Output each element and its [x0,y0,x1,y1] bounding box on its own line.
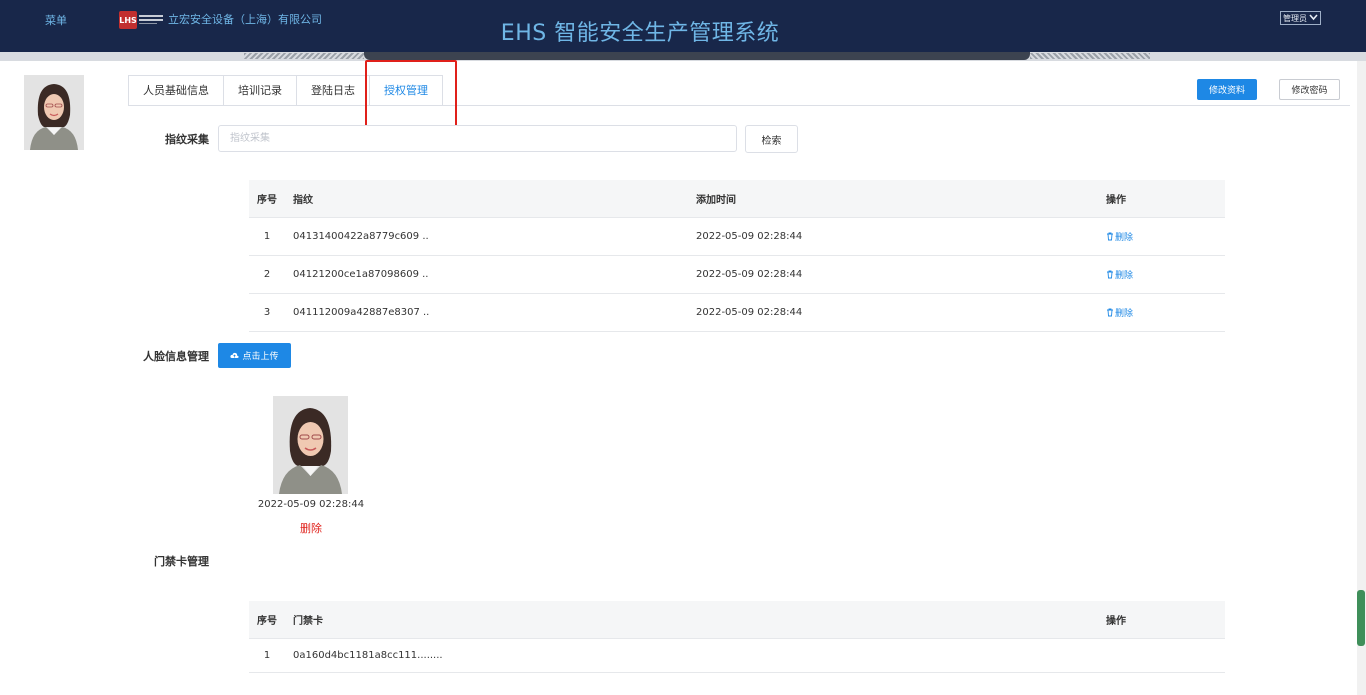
tab-basic-info[interactable]: 人员基础信息 [129,76,224,106]
highlight-box [365,60,457,128]
fingerprint-table: 序号 指纹 添加时间 操作 1 04131400422a8779c609 .. … [249,180,1225,332]
col-header-operation: 操作 [1106,616,1126,627]
cell-no: 3 [263,307,271,318]
scrollbar-thumb[interactable] [1357,590,1365,646]
cell-no: 1 [263,231,271,242]
cell-fingerprint: 041112009a42887e8307 .. [293,307,430,318]
cell-added-time: 2022-05-09 02:28:44 [696,269,803,280]
cell-fingerprint: 04121200ce1a87098609 .. [293,269,429,280]
cell-no: 2 [263,269,271,280]
table-row: 2 04121200ce1a87098609 .. 2022-05-09 02:… [249,256,1225,294]
access-card-table: 序号 门禁卡 操作 1 0a160d4bc1181a8cc111........ [249,601,1225,673]
search-button[interactable]: 检索 [745,125,798,153]
table-row: 3 041112009a42887e8307 .. 2022-05-09 02:… [249,294,1225,332]
edit-profile-button[interactable]: 修改资料 [1197,79,1257,100]
cell-no: 1 [263,650,271,661]
upload-button[interactable]: 点击上传 [218,343,291,368]
user-role-dropdown[interactable]: 管理员 [1280,11,1321,25]
tab-training-records[interactable]: 培训记录 [224,76,297,106]
delete-link[interactable]: 删除 [1106,306,1133,319]
upload-label: 点击上传 [242,352,279,362]
header-decoration-center [364,52,1030,60]
col-header-card: 门禁卡 [293,616,323,627]
table-row: 1 04131400422a8779c609 .. 2022-05-09 02:… [249,218,1225,256]
trash-icon [1107,308,1113,316]
col-header-no: 序号 [257,195,277,206]
cell-operation: 删除 [1106,230,1225,244]
col-header-no: 序号 [257,616,277,627]
delete-link[interactable]: 删除 [1106,268,1133,281]
cell-operation: 删除 [1106,268,1225,282]
fingerprint-label: 指纹采集 [165,133,209,146]
face-upload-time: 2022-05-09 02:28:44 [257,499,365,510]
delete-label: 删除 [1115,270,1134,281]
cloud-upload-icon [230,352,240,358]
chevron-down-icon [1309,13,1318,23]
trash-icon [1107,270,1113,278]
fingerprint-input[interactable] [218,125,737,152]
cell-operation: 删除 [1106,306,1225,320]
header-decoration-right [1030,53,1150,59]
app-header: 菜单 LHS 立宏安全设备（上海）有限公司 EHS 智能安全生产管理系统 管理员 [0,0,1366,52]
col-header-added-time: 添加时间 [696,195,736,206]
cell-added-time: 2022-05-09 02:28:44 [696,307,803,318]
face-delete-link[interactable]: 删除 [290,520,332,536]
face-label: 人脸信息管理 [143,350,209,363]
header-decoration-left [244,53,364,59]
delete-label: 删除 [1115,232,1134,243]
table-header: 序号 指纹 添加时间 操作 [249,180,1225,218]
system-title: EHS 智能安全生产管理系统 [500,21,780,46]
access-card-label: 门禁卡管理 [154,555,209,568]
trash-icon [1107,232,1113,240]
table-header: 序号 门禁卡 操作 [249,601,1225,639]
delete-label: 删除 [1115,308,1134,319]
table-row: 1 0a160d4bc1181a8cc111........ [249,639,1225,673]
cell-added-time: 2022-05-09 02:28:44 [696,231,803,242]
delete-link[interactable]: 删除 [1106,230,1133,243]
tab-divider [128,105,1350,106]
cell-fingerprint: 04131400422a8779c609 .. [293,231,429,242]
user-role-label: 管理员 [1283,13,1307,23]
cell-card: 0a160d4bc1181a8cc111........ [293,650,443,661]
col-header-fingerprint: 指纹 [293,195,313,206]
face-photo [273,396,348,494]
col-header-operation: 操作 [1106,195,1126,206]
avatar [24,75,84,150]
change-password-button[interactable]: 修改密码 [1279,79,1340,100]
tab-login-log[interactable]: 登陆日志 [297,76,370,106]
